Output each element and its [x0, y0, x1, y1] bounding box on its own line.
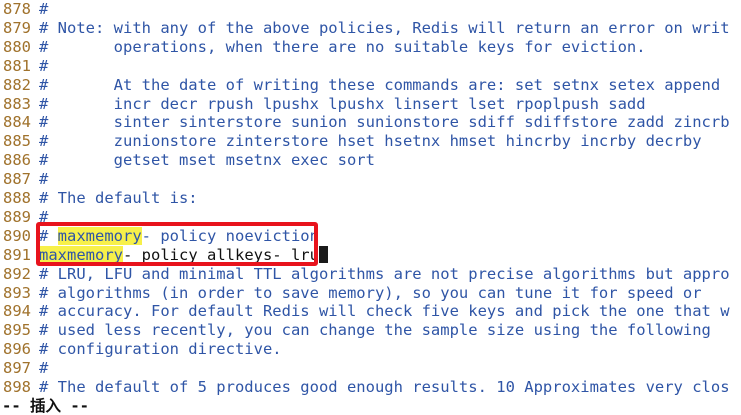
line-number: 878	[3, 0, 31, 18]
vim-mode-indicator: -- 插入 --	[2, 397, 89, 415]
comment-text: # getset mset msetnx exec sort	[39, 151, 375, 170]
annotation-red-box	[36, 222, 318, 266]
code-line[interactable]: 882 # At the date of writing these comman…	[0, 76, 720, 95]
comment-text: # configuration directive.	[39, 340, 282, 359]
comment-text: # used less recently, you can change the…	[39, 321, 711, 340]
line-number: 885	[3, 132, 31, 151]
line-number: 888	[3, 189, 31, 207]
line-number: 887	[3, 170, 31, 189]
code-line[interactable]: 885 # zunionstore zinterstore hset hsetnx…	[0, 132, 702, 151]
comment-text: # accuracy. For default Redis will check…	[39, 302, 730, 321]
code-line[interactable]: 896 # configuration directive.	[0, 340, 282, 359]
line-number: 879	[3, 18, 31, 37]
code-line[interactable]: 893 # algorithms (in order to save memory…	[0, 284, 702, 303]
comment-text: # At the date of writing these commands …	[39, 75, 721, 94]
code-line[interactable]: 892 # LRU, LFU and minimal TTL algorithms…	[0, 265, 730, 284]
comment-text: #	[39, 359, 49, 378]
line-number: 880	[3, 37, 31, 56]
line-number: 893	[3, 283, 31, 302]
code-line[interactable]: 879 # Note: with any of the above policie…	[0, 19, 730, 38]
line-number: 883	[3, 94, 31, 113]
code-line[interactable]: 880 # operations, when there are no suita…	[0, 38, 646, 57]
line-number: 889	[3, 207, 31, 226]
line-number: 896	[3, 340, 31, 359]
code-line[interactable]: 898 # The default of 5 produces good enou…	[0, 378, 730, 397]
line-number: 890	[3, 226, 31, 245]
code-line[interactable]: 895 # used less recently, you can change …	[0, 321, 711, 340]
comment-text: # zunionstore zinterstore hset hsetnx hm…	[39, 132, 702, 151]
line-number: 898	[3, 378, 31, 396]
code-line[interactable]: 887 #	[0, 170, 48, 189]
code-line[interactable]: 883 # incr decr rpush lpushx lpushx linse…	[0, 95, 646, 114]
line-number: 894	[3, 302, 31, 321]
comment-text: # operations, when there are no suitable…	[39, 37, 646, 56]
code-line[interactable]: 878 #	[0, 0, 48, 19]
line-number: 881	[3, 56, 31, 75]
line-number: 897	[3, 359, 31, 378]
comment-text: #	[39, 0, 49, 18]
code-line[interactable]: 897 #	[0, 359, 48, 378]
comment-text: # sinter sinterstore sunion sunionstore …	[39, 113, 730, 132]
comment-text: # algorithms (in order to save memory), …	[39, 283, 702, 302]
vim-editor[interactable]: 878 #879 # Note: with any of the above pol…	[0, 0, 741, 415]
code-line[interactable]: 894 # accuracy. For default Redis will ch…	[0, 302, 730, 321]
line-number: 882	[3, 75, 31, 94]
line-number: 892	[3, 264, 31, 283]
line-number: 895	[3, 321, 31, 340]
code-line[interactable]: 881 #	[0, 57, 48, 76]
line-number: 891	[3, 245, 31, 264]
code-line[interactable]: 886 # getset mset msetnx exec sort	[0, 151, 375, 170]
code-line[interactable]: 888 # The default is:	[0, 189, 198, 208]
code-line[interactable]: 884 # sinter sinterstore sunion sunionsto…	[0, 113, 730, 132]
line-number: 886	[3, 151, 31, 170]
comment-text: #	[39, 170, 49, 189]
comment-text: # The default of 5 produces good enough …	[39, 378, 730, 396]
comment-text: # Note: with any of the above policies, …	[39, 18, 730, 37]
comment-text: # The default is:	[39, 189, 198, 207]
line-number: 884	[3, 113, 31, 132]
comment-text: # incr decr rpush lpushx lpushx linsert …	[39, 94, 646, 113]
comment-text: #	[39, 56, 49, 75]
text-cursor	[318, 245, 328, 263]
comment-text: # LRU, LFU and minimal TTL algorithms ar…	[39, 264, 730, 283]
